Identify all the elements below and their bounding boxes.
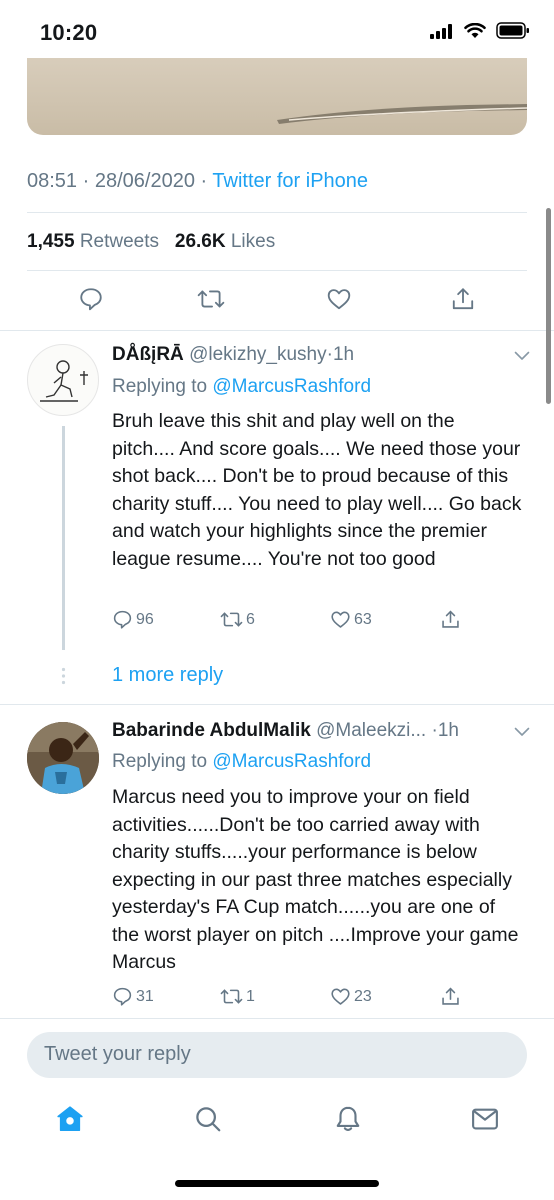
retweet-count: 6 <box>246 610 255 628</box>
reply-age: 1h <box>437 720 459 741</box>
likes-label: Likes <box>230 231 276 252</box>
like-icon[interactable] <box>326 286 352 312</box>
retweets-label: Retweets <box>79 231 160 252</box>
share-icon <box>442 610 459 628</box>
tweet-stats: 1,455 Retweets 26.6K Likes <box>27 231 275 253</box>
tweet-media-image[interactable] <box>27 58 527 135</box>
likes-count: 26.6K <box>174 231 226 252</box>
tweet-date: 28/06/2020 <box>94 170 195 192</box>
share-button[interactable] <box>440 986 461 1007</box>
reply-composer[interactable] <box>27 1032 527 1078</box>
retweet-icon <box>220 989 243 1004</box>
mention-link[interactable]: @MarcusRashford <box>212 376 371 397</box>
display-name[interactable]: DÅßįRĀ <box>112 344 184 365</box>
reply-action-bar: 96 6 63 <box>112 609 532 639</box>
reply-icon <box>113 610 132 629</box>
share-button[interactable] <box>440 609 461 630</box>
chevron-down-icon[interactable] <box>514 726 530 738</box>
reply-count: 31 <box>136 987 154 1005</box>
scrollbar[interactable] <box>546 208 551 404</box>
status-bar: 10:20 <box>0 0 554 60</box>
divider <box>0 1018 554 1019</box>
tweet-timestamp-line: 08:51 · 28/06/2020 · Twitter for iPhone <box>27 170 368 193</box>
retweets-stat[interactable]: 1,455 Retweets <box>27 231 159 252</box>
status-icons <box>430 22 530 39</box>
divider <box>27 212 527 213</box>
reply-button[interactable]: 31 <box>112 986 154 1007</box>
meta-separator: · <box>200 170 208 192</box>
display-name[interactable]: Babarinde AbdulMalik <box>112 720 311 741</box>
likes-stat[interactable]: 26.6K Likes <box>175 231 275 252</box>
reply-header: DÅßįRĀ @lekizhy_kushy·1h <box>112 344 354 366</box>
reply-tweet[interactable]: DÅßįRĀ @lekizhy_kushy·1h Replying to @Ma… <box>0 330 554 702</box>
bottom-tab-bar <box>0 1096 554 1156</box>
replying-to: Replying to @MarcusRashford <box>112 376 371 398</box>
wifi-icon <box>464 22 486 38</box>
share-icon[interactable] <box>450 286 476 312</box>
retweets-count: 1,455 <box>27 231 75 252</box>
notifications-icon[interactable] <box>333 1104 363 1134</box>
retweet-count: 1 <box>246 987 255 1005</box>
user-handle[interactable]: @Maleekzi... <box>316 720 426 741</box>
reply-text: Marcus need you to improve your on field… <box>112 786 519 973</box>
home-indicator[interactable] <box>175 1180 379 1187</box>
avatar-photo <box>27 722 99 794</box>
retweet-button[interactable]: 1 <box>220 986 255 1007</box>
meta-separator: · <box>82 170 90 192</box>
avatar[interactable] <box>27 344 99 416</box>
tweet-source-link[interactable]: Twitter for iPhone <box>212 170 368 192</box>
like-button[interactable]: 23 <box>330 986 372 1007</box>
messages-icon[interactable] <box>470 1104 500 1134</box>
media-image-content <box>277 104 527 124</box>
more-replies-link[interactable]: 1 more reply <box>112 664 223 687</box>
reply-button[interactable]: 96 <box>112 609 154 630</box>
reply-age: 1h <box>332 344 355 365</box>
thread-line <box>62 426 65 650</box>
home-icon[interactable] <box>55 1104 85 1134</box>
reply-text: Bruh leave this shit and play well on th… <box>112 410 522 570</box>
retweet-icon <box>220 612 243 627</box>
like-button[interactable]: 63 <box>330 609 372 630</box>
reply-icon[interactable] <box>78 286 104 312</box>
reply-action-bar: 31 1 23 <box>112 986 532 1016</box>
share-icon <box>442 987 459 1005</box>
avatar-drawing <box>40 360 88 402</box>
tweet-action-bar <box>0 282 554 322</box>
like-icon <box>331 988 350 1005</box>
like-count: 63 <box>354 610 372 628</box>
reply-header: Babarinde AbdulMalik @Maleekzi... ·1h <box>112 720 459 742</box>
chevron-down-icon[interactable] <box>514 350 530 362</box>
replying-to-label: Replying to <box>112 376 208 397</box>
user-handle[interactable]: @lekizhy_kushy <box>189 344 327 365</box>
replying-to-label: Replying to <box>112 751 208 772</box>
reply-input[interactable] <box>44 1043 514 1066</box>
divider <box>27 270 527 271</box>
reply-tweet[interactable]: Babarinde AbdulMalik @Maleekzi... ·1h Re… <box>0 704 554 1018</box>
avatar[interactable] <box>27 722 99 794</box>
reply-icon <box>113 987 132 1006</box>
retweet-button[interactable]: 6 <box>220 609 255 630</box>
battery-icon <box>496 22 529 39</box>
replying-to: Replying to @MarcusRashford <box>112 751 371 773</box>
like-icon <box>331 611 350 628</box>
mention-link[interactable]: @MarcusRashford <box>212 751 371 772</box>
status-time: 10:20 <box>40 20 98 45</box>
thread-dots-icon <box>61 667 66 685</box>
search-icon[interactable] <box>193 1104 223 1134</box>
tweet-time: 08:51 <box>27 170 78 192</box>
signal-icon <box>430 23 452 39</box>
retweet-icon[interactable] <box>197 286 225 312</box>
like-count: 23 <box>354 987 372 1005</box>
reply-count: 96 <box>136 610 154 628</box>
